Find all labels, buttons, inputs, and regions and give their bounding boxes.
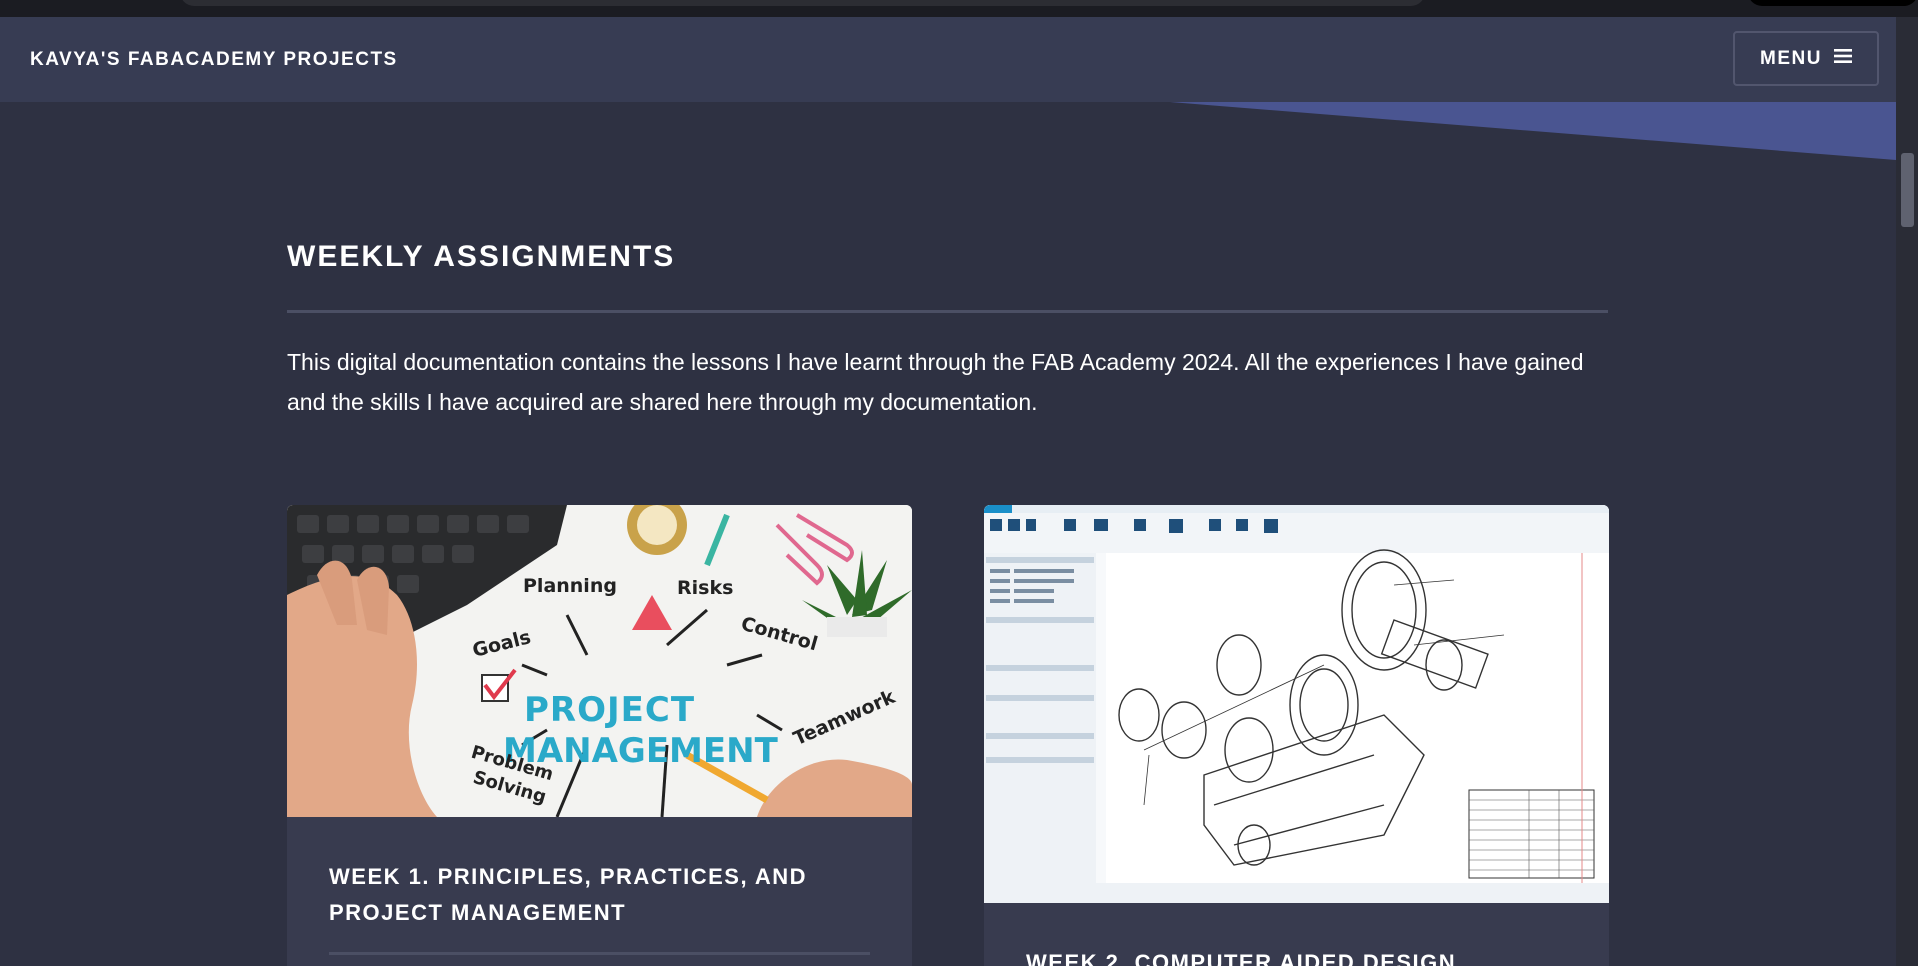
site-header: KAVYA'S FABACADEMY PROJECTS MENU — [0, 17, 1918, 102]
scrollbar-thumb[interactable] — [1901, 153, 1914, 227]
assignment-card-week-2[interactable]: WEEK 2. COMPUTER AIDED DESIGN — [984, 505, 1609, 966]
hamburger-icon — [1833, 48, 1852, 70]
project-management-image[interactable]: PROJECT MANAGEMENT Planning Risks Goals … — [287, 505, 912, 817]
card-divider — [329, 952, 870, 955]
section-title: WEEKLY ASSIGNMENTS — [287, 240, 676, 273]
decorative-accent-wedge — [1170, 102, 1896, 160]
browser-address-area — [180, 0, 1425, 6]
card-title-week-1[interactable]: WEEK 1. PRINCIPLES, PRACTICES, AND PROJE… — [329, 859, 869, 931]
browser-corner-area — [1748, 0, 1918, 6]
browser-top-strip — [0, 0, 1918, 17]
pm-word-risks: Risks — [677, 577, 734, 599]
cad-screenshot-image[interactable] — [984, 505, 1609, 903]
pm-word-planning: Planning — [523, 575, 617, 597]
assignment-card-week-1[interactable]: PROJECT MANAGEMENT Planning Risks Goals … — [287, 505, 912, 966]
menu-button[interactable]: MENU — [1733, 31, 1879, 86]
site-brand[interactable]: KAVYA'S FABACADEMY PROJECTS — [30, 17, 398, 102]
pm-title-line1: PROJECT — [524, 690, 696, 730]
section-intro: This digital documentation contains the … — [287, 349, 1584, 415]
section-divider — [287, 310, 1608, 313]
cad-software-illustration — [984, 505, 1609, 903]
card-title-week-2[interactable]: WEEK 2. COMPUTER AIDED DESIGN — [1026, 945, 1566, 966]
page-scrollbar[interactable] — [1896, 17, 1918, 966]
menu-button-label: MENU — [1760, 47, 1822, 69]
